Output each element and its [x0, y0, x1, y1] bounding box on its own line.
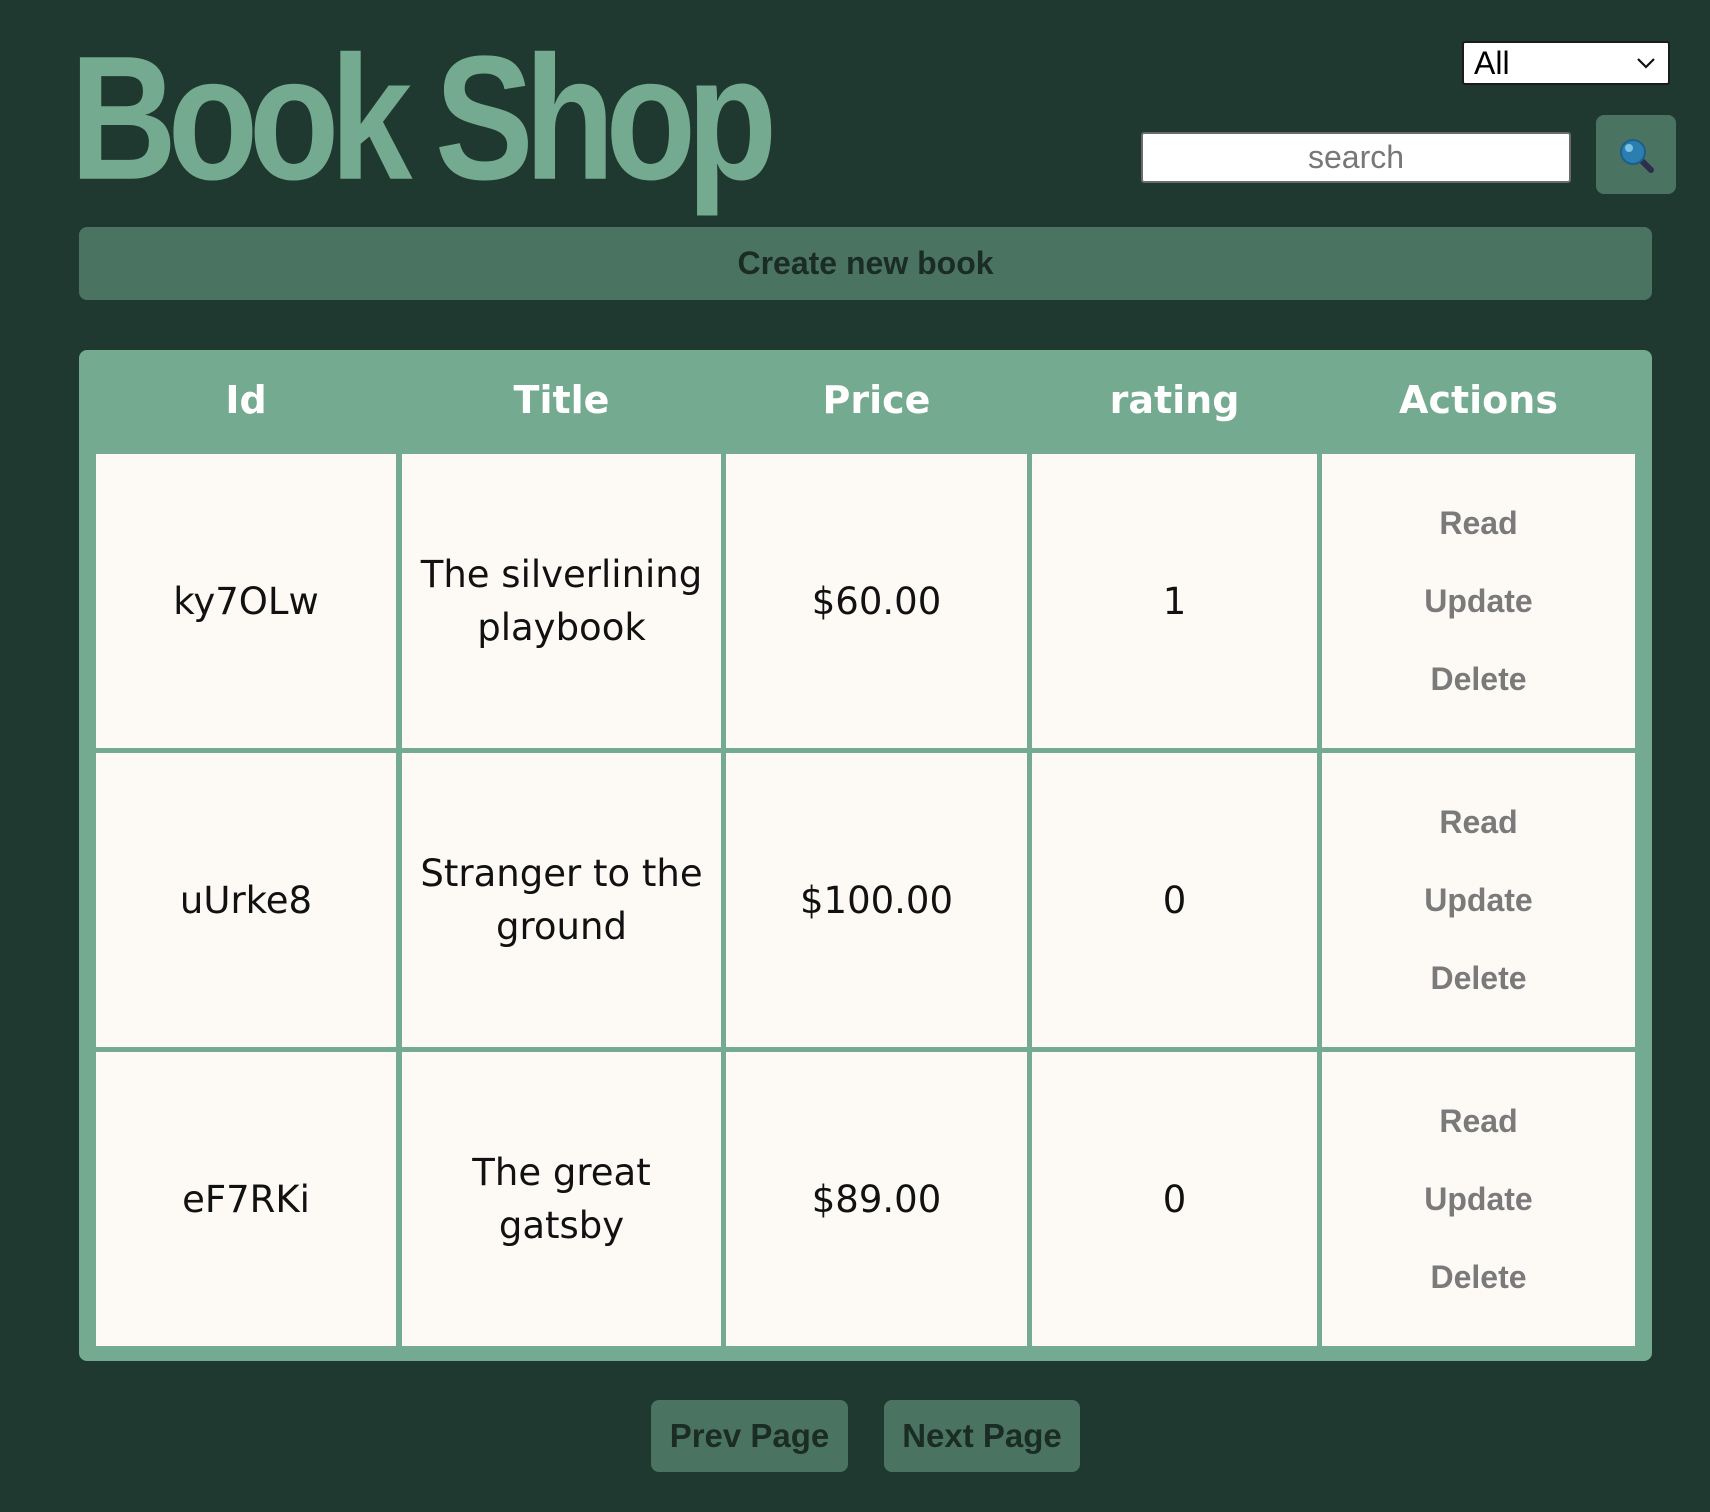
cell-actions: Read Update Delete	[1322, 454, 1635, 748]
cell-rating: 0	[1032, 753, 1317, 1047]
cell-price: $89.00	[726, 1052, 1027, 1346]
category-select[interactable]: All	[1462, 41, 1670, 85]
delete-button[interactable]: Delete	[1430, 661, 1526, 697]
cell-title: Stranger to the ground	[402, 753, 721, 1047]
cell-price: $60.00	[726, 454, 1027, 748]
cell-actions: Read Update Delete	[1322, 1052, 1635, 1346]
update-button[interactable]: Update	[1424, 1181, 1532, 1217]
brand-logo: Book Shop	[70, 19, 777, 217]
read-button[interactable]: Read	[1439, 1103, 1517, 1139]
prev-page-button[interactable]: Prev Page	[651, 1400, 848, 1472]
update-button[interactable]: Update	[1424, 882, 1532, 918]
cell-rating: 1	[1032, 454, 1317, 748]
cell-title: The silverlining playbook	[402, 454, 721, 748]
category-select-value: All	[1474, 44, 1510, 81]
read-button[interactable]: Read	[1439, 505, 1517, 541]
cell-actions: Read Update Delete	[1322, 753, 1635, 1047]
column-header-actions: Actions	[1399, 378, 1558, 422]
column-header-price: Price	[822, 378, 931, 422]
delete-button[interactable]: Delete	[1430, 1259, 1526, 1295]
cell-id: ky7OLw	[96, 454, 396, 748]
search-button[interactable]	[1596, 115, 1676, 194]
cell-id: uUrke8	[96, 753, 396, 1047]
cell-id: eF7RKi	[96, 1052, 396, 1346]
chevron-down-icon	[1637, 58, 1655, 69]
delete-button[interactable]: Delete	[1430, 960, 1526, 996]
column-header-rating: rating	[1109, 378, 1240, 422]
search-icon	[1620, 138, 1654, 173]
next-page-button[interactable]: Next Page	[884, 1400, 1080, 1472]
column-header-id: Id	[225, 378, 267, 422]
read-button[interactable]: Read	[1439, 804, 1517, 840]
create-book-button[interactable]: Create new book	[79, 227, 1652, 300]
column-header-title: Title	[513, 378, 610, 422]
books-table: Id Title Price rating Actions ky7OLw The…	[79, 350, 1652, 1361]
search-input[interactable]	[1141, 132, 1571, 183]
update-button[interactable]: Update	[1424, 583, 1532, 619]
cell-title: The great gatsby	[402, 1052, 721, 1346]
cell-price: $100.00	[726, 753, 1027, 1047]
cell-rating: 0	[1032, 1052, 1317, 1346]
